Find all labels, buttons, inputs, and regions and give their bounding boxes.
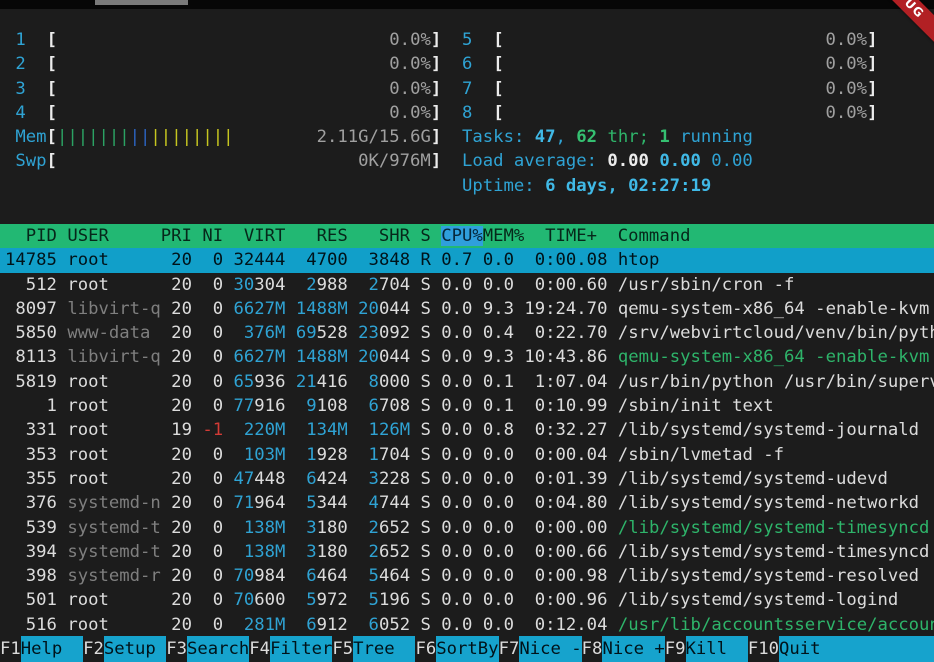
process-row-539[interactable]: 539 systemd-t 20 0 138M 3180 2652 S 0.0 … [0, 516, 934, 540]
fn-key-f5[interactable]: F5 [332, 636, 353, 662]
process-row-512[interactable]: 512 root 20 0 30304 2988 2704 S 0.0 0.0 … [0, 273, 934, 297]
cpu-meter-row-3: 3 [ 0.0%] 7 [ 0.0%] [5, 77, 934, 101]
sort-column-header[interactable]: CPU% [441, 226, 483, 246]
fnbar-filler [841, 636, 934, 662]
fn-key-f9[interactable]: F9 [665, 636, 686, 662]
fn-key-f1[interactable]: F1 [0, 636, 21, 662]
process-row-1[interactable]: 1 root 20 0 77916 9108 6708 S 0.0 0.1 0:… [0, 394, 934, 418]
fn-button-sortby[interactable]: SortBy [436, 636, 498, 662]
mem-meter-row: Mem[||||||||||||||||| 2.11G/15.6G] Tasks… [5, 125, 934, 149]
fn-key-f6[interactable]: F6 [415, 636, 436, 662]
fn-key-f3[interactable]: F3 [166, 636, 187, 662]
window-top-strip [0, 0, 934, 9]
fn-key-f4[interactable]: F4 [249, 636, 270, 662]
process-row-501[interactable]: 501 root 20 0 70600 5972 5196 S 0.0 0.0 … [0, 588, 934, 612]
process-row-394[interactable]: 394 systemd-t 20 0 138M 3180 2652 S 0.0 … [0, 540, 934, 564]
fn-key-f7[interactable]: F7 [499, 636, 520, 662]
fn-button-search[interactable]: Search [187, 636, 249, 662]
process-row-376[interactable]: 376 systemd-n 20 0 71964 5344 4744 S 0.0… [0, 491, 934, 515]
fn-button-kill[interactable]: Kill [686, 636, 748, 662]
fn-key-f10[interactable]: F10 [748, 636, 779, 662]
fn-button-setup[interactable]: Setup [104, 636, 166, 662]
process-row-5850[interactable]: 5850 www-data 20 0 376M 69528 23092 S 0.… [0, 321, 934, 345]
swap-meter-row: Swp[ 0K/976M] Load average: 0.00 0.00 0.… [5, 149, 934, 173]
fn-key-f8[interactable]: F8 [582, 636, 603, 662]
table-header[interactable]: PID USER PRI NI VIRT RES SHR S CPU%MEM% … [0, 224, 934, 248]
uptime-row: Uptime: 6 days, 02:27:19 [5, 174, 934, 198]
cpu-meter-row-1: 1 [ 0.0%] 5 [ 0.0%] [5, 28, 934, 52]
window-tab-fragment [95, 0, 188, 5]
fn-button-help[interactable]: Help [21, 636, 83, 662]
fn-button-quit[interactable]: Quit [779, 636, 841, 662]
fn-button-nice-[interactable]: Nice + [602, 636, 664, 662]
fn-button-filter[interactable]: Filter [270, 636, 332, 662]
process-row-8113[interactable]: 8113 libvirt-q 20 0 6627M 1488M 20044 S … [0, 345, 934, 369]
process-row-355[interactable]: 355 root 20 0 47448 6424 3228 S 0.0 0.0 … [0, 467, 934, 491]
process-row-331[interactable]: 331 root 19 -1 220M 134M 126M S 0.0 0.8 … [0, 418, 934, 442]
process-row-5819[interactable]: 5819 root 20 0 65936 21416 8000 S 0.0 0.… [0, 370, 934, 394]
cpu-meter-row-2: 2 [ 0.0%] 6 [ 0.0%] [5, 52, 934, 76]
process-row-8097[interactable]: 8097 libvirt-q 20 0 6627M 1488M 20044 S … [0, 297, 934, 321]
function-key-bar: F1Help F2Setup F3SearchF4FilterF5Tree F6… [0, 636, 934, 662]
process-row-516[interactable]: 516 root 20 0 281M 6912 6052 S 0.0 0.0 0… [0, 613, 934, 637]
fn-button-tree[interactable]: Tree [353, 636, 415, 662]
process-row-353[interactable]: 353 root 20 0 103M 1928 1704 S 0.0 0.0 0… [0, 443, 934, 467]
process-row-398[interactable]: 398 systemd-r 20 0 70984 6464 5464 S 0.0… [0, 564, 934, 588]
htop-terminal: UG 1 [ 0.0%] 5 [ 0.0%] 2 [ 0.0%] 6 [ 0.0… [0, 0, 934, 662]
process-row-14785[interactable]: 14785 root 20 0 32444 4700 3848 R 0.7 0.… [0, 248, 934, 272]
process-table: PID USER PRI NI VIRT RES SHR S CPU%MEM% … [0, 224, 934, 637]
cpu-meter-row-4: 4 [ 0.0%] 8 [ 0.0%] [5, 101, 934, 125]
fn-key-f2[interactable]: F2 [83, 636, 104, 662]
meters-panel: 1 [ 0.0%] 5 [ 0.0%] 2 [ 0.0%] 6 [ 0.0%] … [5, 28, 934, 198]
fn-button-nice-[interactable]: Nice - [519, 636, 581, 662]
